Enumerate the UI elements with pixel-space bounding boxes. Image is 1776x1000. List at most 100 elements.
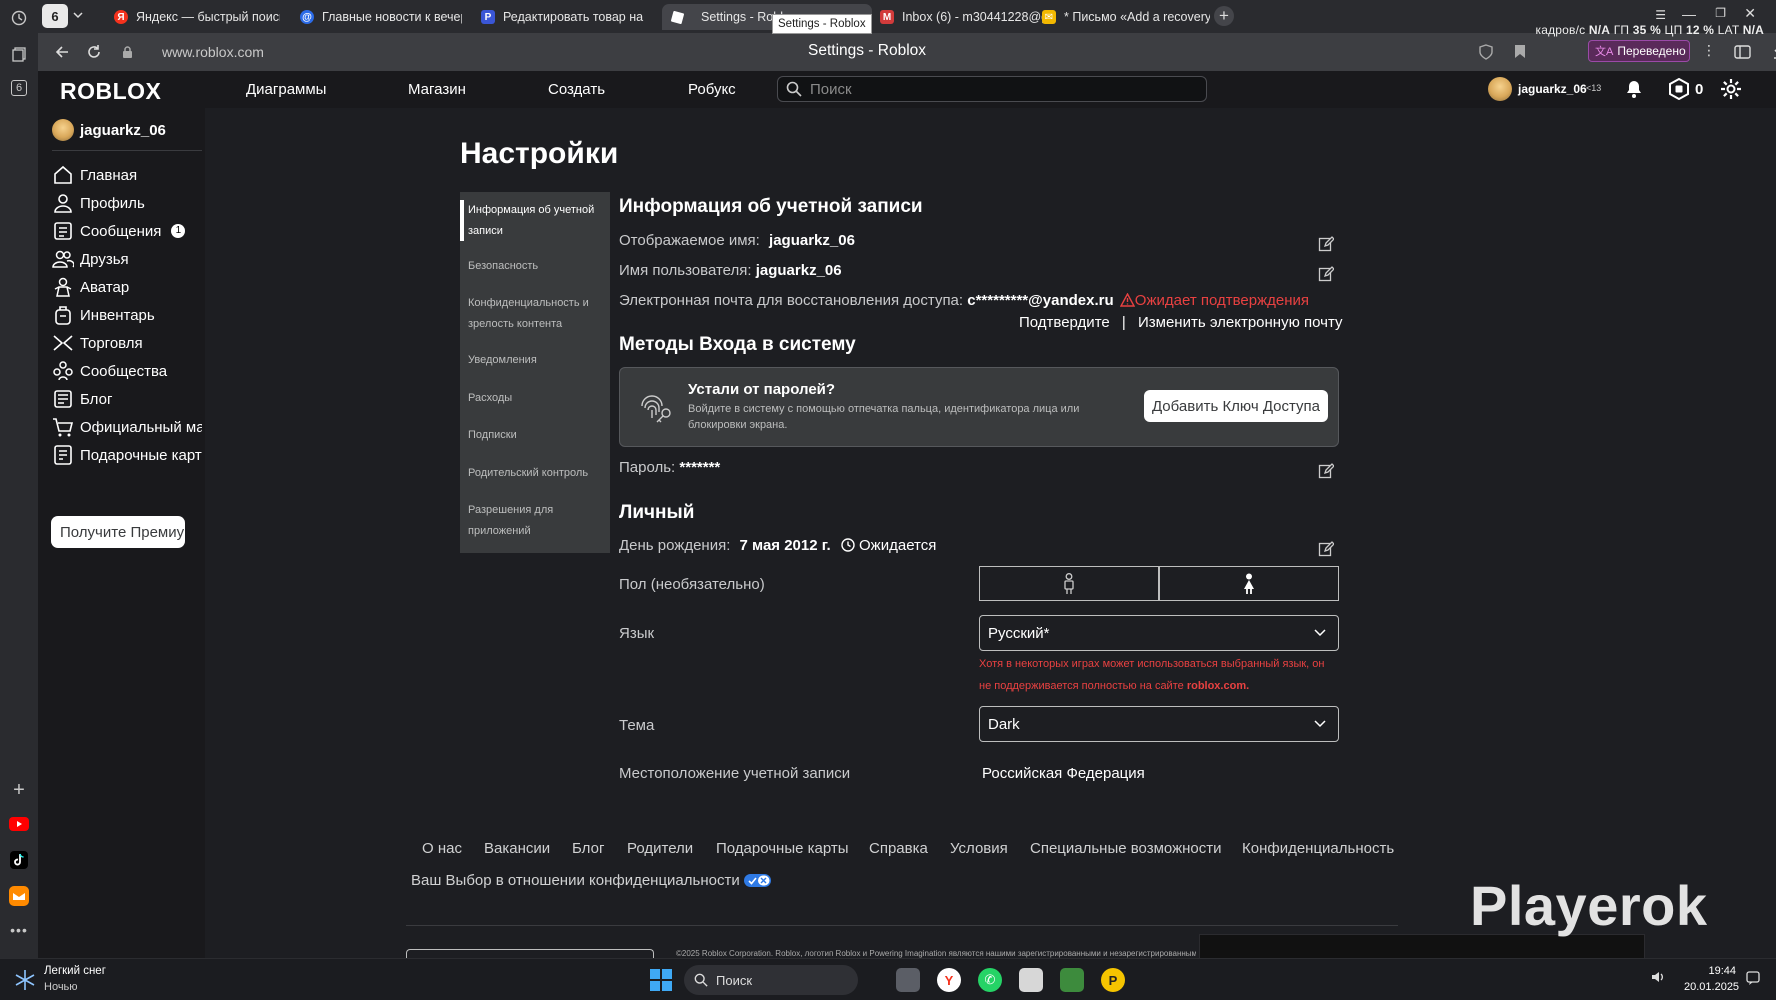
roblox-app-icon[interactable]: [1019, 968, 1043, 992]
language-select[interactable]: Русский*: [979, 615, 1339, 651]
clock-time[interactable]: 19:44: [1688, 965, 1736, 977]
edit-birthday-icon[interactable]: [1318, 541, 1334, 557]
tab-count-icon[interactable]: 6: [11, 80, 27, 96]
gender-male-button[interactable]: [979, 566, 1159, 601]
taskbar-search[interactable]: Поиск: [684, 965, 858, 995]
footer-about-link[interactable]: О нас: [422, 840, 462, 857]
edit-display-name-icon[interactable]: [1318, 236, 1334, 252]
shield-icon[interactable]: [1478, 44, 1494, 60]
add-panel-icon[interactable]: +: [9, 779, 29, 801]
tab-notifications[interactable]: Уведомления: [460, 350, 610, 371]
task-view-icon[interactable]: [896, 968, 920, 992]
sidebar-item-profile[interactable]: Профиль: [52, 191, 202, 215]
lock-icon[interactable]: [122, 46, 133, 59]
browser-tab[interactable]: @ Главные новости к вечеру: [300, 4, 462, 30]
bookmark-icon[interactable]: [1514, 44, 1526, 59]
windows-start-icon[interactable]: [650, 969, 672, 991]
game-app-icon[interactable]: [1060, 968, 1084, 992]
tiktok-icon[interactable]: [9, 850, 29, 870]
footer-accessibility-link[interactable]: Специальные возможности: [1030, 840, 1222, 857]
footer-parents-link[interactable]: Родители: [627, 840, 693, 857]
footer-language-select[interactable]: [406, 949, 654, 958]
sidebar-item-home[interactable]: Главная: [52, 163, 202, 187]
collections-icon[interactable]: [9, 44, 29, 64]
app-p-icon[interactable]: P: [1101, 968, 1125, 992]
download-icon[interactable]: [1772, 43, 1776, 60]
tab-parental-controls[interactable]: Родительский контроль: [460, 463, 610, 484]
tab-app-permissions[interactable]: Разрешения для приложений: [460, 500, 610, 541]
get-premium-button[interactable]: Получите Премиум: [51, 516, 185, 548]
tab-security[interactable]: Безопасность: [460, 256, 610, 277]
notification-center-icon[interactable]: [1746, 971, 1760, 985]
verify-email-link[interactable]: Подтвердите: [1019, 314, 1110, 331]
search-input[interactable]: Поиск: [777, 76, 1207, 102]
tab-subscriptions[interactable]: Подписки: [460, 425, 610, 446]
footer-privacy-choice-link[interactable]: Ваш Выбор в отношении конфиденциальности: [411, 872, 771, 889]
more-options-icon[interactable]: ⋮: [1702, 42, 1716, 59]
sidebar-item-groups[interactable]: Сообщества: [52, 359, 202, 383]
yandex-browser-icon[interactable]: Y: [937, 968, 961, 992]
mail-app-icon[interactable]: [9, 886, 29, 906]
roblox-link[interactable]: roblox.com.: [1187, 680, 1249, 692]
topnav-username[interactable]: jaguarkz_06: [1518, 82, 1587, 96]
browser-tab[interactable]: P Редактировать товар на Playerok: [481, 4, 645, 30]
sidebar-item-messages[interactable]: Сообщения 1: [52, 219, 202, 243]
nav-create-link[interactable]: Создать: [548, 81, 605, 98]
birthday-row: День рождения: 7 мая 2012 г. Ожидается: [619, 537, 936, 554]
nav-robux-link[interactable]: Робукс: [688, 81, 736, 98]
browser-tab[interactable]: M Inbox (6) - m30441228@g: [880, 4, 1058, 30]
change-email-link[interactable]: Изменить электронную почту: [1138, 314, 1343, 331]
browser-tab[interactable]: ✉ * Письмо «Add a recovery: [1042, 4, 1210, 30]
sidebar-item-blog[interactable]: Блог: [52, 387, 202, 411]
footer-jobs-link[interactable]: Вакансии: [484, 840, 550, 857]
browser-tab[interactable]: Я Яндекс — быстрый поиск: [114, 4, 280, 30]
sidebar-item-trade[interactable]: Торговля: [52, 331, 202, 355]
footer-blog-link[interactable]: Блог: [572, 840, 604, 857]
reload-icon[interactable]: [86, 44, 102, 60]
restore-icon[interactable]: ❐: [1715, 6, 1726, 20]
footer-gift-cards-link[interactable]: Подарочные карты: [716, 840, 849, 857]
sidebar-item-avatar[interactable]: Аватар: [52, 275, 202, 299]
new-tab-button[interactable]: +: [1214, 6, 1234, 26]
menu-icon[interactable]: ☰: [1655, 8, 1666, 22]
tab-billing[interactable]: Расходы: [460, 388, 610, 409]
youtube-icon[interactable]: [9, 814, 29, 834]
theme-select[interactable]: Dark: [979, 706, 1339, 742]
sidebar-user[interactable]: jaguarkz_06: [52, 119, 202, 151]
volume-icon[interactable]: [1650, 969, 1666, 985]
sidebar-item-gift-cards[interactable]: Подарочные карты: [52, 443, 202, 467]
gear-icon[interactable]: [1720, 78, 1742, 100]
close-window-icon[interactable]: ✕: [1744, 5, 1756, 22]
back-icon[interactable]: [54, 44, 70, 60]
translated-button[interactable]: 文A Переведено: [1588, 40, 1690, 62]
roblox-logo[interactable]: ROBLOX: [60, 78, 161, 105]
avatar[interactable]: [1488, 77, 1512, 101]
whatsapp-icon[interactable]: ✆: [978, 968, 1002, 992]
nav-marketplace-link[interactable]: Магазин: [408, 81, 466, 98]
sidebar-item-friends[interactable]: Друзья: [52, 247, 202, 271]
footer-privacy-link[interactable]: Конфиденциальность: [1242, 840, 1394, 857]
tab-counter-button[interactable]: 6: [42, 4, 68, 28]
clock-date[interactable]: 20.01.2025: [1684, 981, 1739, 993]
notifications-icon[interactable]: [1624, 79, 1644, 99]
nav-charts-link[interactable]: Диаграммы: [246, 81, 326, 98]
minimize-icon[interactable]: —: [1682, 6, 1696, 22]
url-field[interactable]: www.roblox.com: [162, 44, 264, 60]
robux-icon[interactable]: [1668, 78, 1690, 100]
tab-privacy[interactable]: Конфиденциальность и зрелость контента: [460, 293, 610, 334]
sidebar-item-inventory[interactable]: Инвентарь: [52, 303, 202, 327]
add-passkey-button[interactable]: Добавить Ключ Доступа: [1144, 390, 1328, 422]
weather-title[interactable]: Легкий снег: [44, 965, 106, 977]
edit-password-icon[interactable]: [1318, 463, 1334, 479]
gender-female-button[interactable]: [1159, 566, 1339, 601]
sidebar-item-store[interactable]: Официальный магазин: [52, 415, 202, 439]
password-label: Пароль:: [619, 459, 676, 476]
footer-help-link[interactable]: Справка: [869, 840, 928, 857]
tab-account-info[interactable]: Информация об учетной записи: [460, 200, 610, 241]
footer-terms-link[interactable]: Условия: [950, 840, 1008, 857]
extensions-icon[interactable]: [1734, 43, 1751, 60]
more-panels-icon[interactable]: •••: [9, 920, 29, 940]
tab-list-chevron-icon[interactable]: [72, 9, 84, 21]
edit-username-icon[interactable]: [1318, 266, 1334, 282]
history-icon[interactable]: [9, 8, 29, 28]
